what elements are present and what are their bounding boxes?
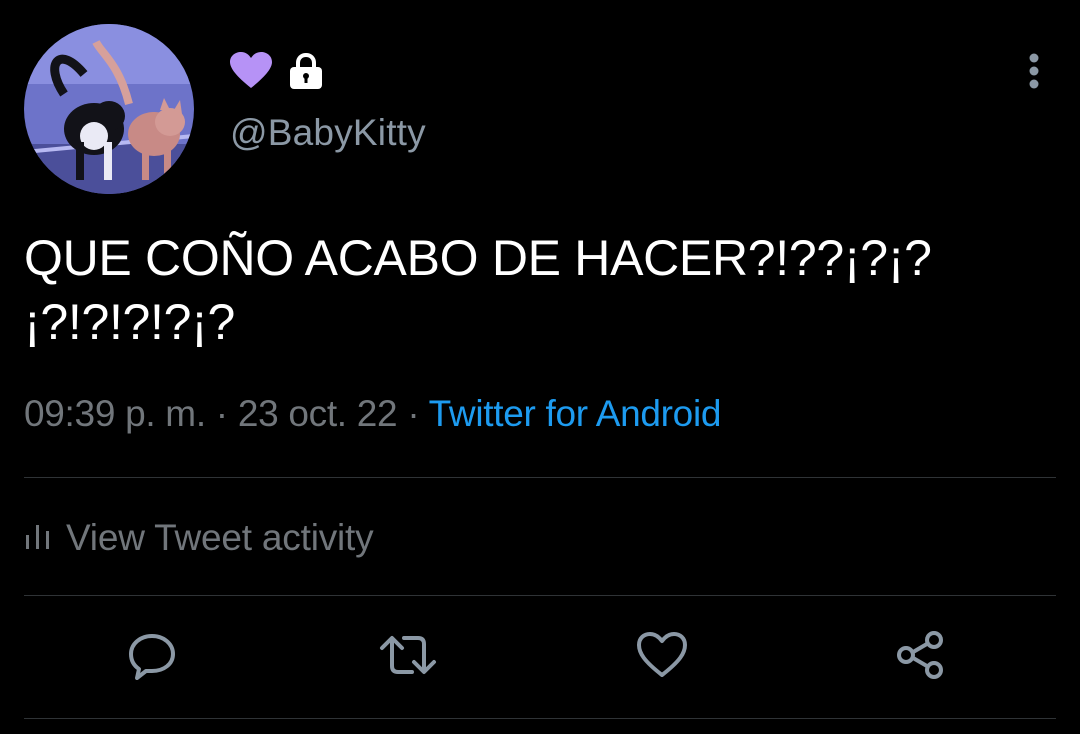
lock-icon (288, 52, 324, 90)
retweet-icon (378, 630, 438, 685)
divider (24, 595, 1056, 596)
divider (24, 718, 1056, 719)
tweet-text: QUE COÑO ACABO DE HACER?!??¡?¡?¡?!?!?!?¡… (24, 230, 932, 350)
avatar[interactable] (24, 24, 194, 194)
purple-heart-icon (230, 52, 272, 90)
user-handle[interactable]: @BabyKitty (230, 112, 426, 154)
tweet-source-link[interactable]: Twitter for Android (429, 393, 722, 434)
view-tweet-activity-label: View Tweet activity (66, 517, 374, 558)
like-button[interactable] (632, 622, 692, 692)
more-options-icon[interactable] (1020, 52, 1048, 92)
meta-separator: · (407, 393, 420, 434)
tweet-detail: @BabyKitty QUE COÑO ACABO DE HACER?!??¡?… (0, 0, 1080, 734)
retweet-button[interactable] (378, 622, 438, 692)
view-tweet-activity-button[interactable]: View Tweet activity (24, 510, 374, 566)
bar-chart-icon (24, 521, 52, 556)
tweet-action-bar (0, 622, 1080, 692)
reply-button[interactable] (122, 622, 182, 692)
like-icon (636, 631, 688, 684)
meta-separator: · (215, 393, 228, 434)
display-name-row (230, 50, 324, 92)
share-icon (894, 630, 946, 685)
share-button[interactable] (890, 622, 950, 692)
tweet-date[interactable]: 23 oct. 22 (238, 393, 398, 434)
divider (24, 477, 1056, 478)
avatar-image (24, 24, 194, 194)
tweet-time[interactable]: 09:39 p. m. (24, 393, 206, 434)
tweet-metadata: 09:39 p. m. · 23 oct. 22 · Twitter for A… (24, 393, 721, 435)
reply-icon (127, 630, 177, 685)
